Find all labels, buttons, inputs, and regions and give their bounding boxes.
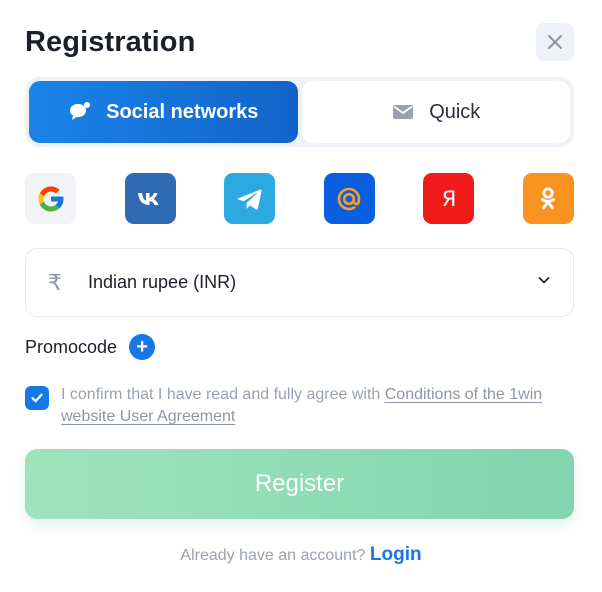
yandex-glyph: Я	[442, 187, 457, 211]
odnoklassniki-button[interactable]	[522, 173, 574, 224]
tab-quick[interactable]: Quick	[301, 81, 570, 143]
social-login-row: Я	[25, 173, 574, 224]
tab-social-networks[interactable]: Social networks	[29, 81, 298, 143]
at-sign-icon	[337, 187, 361, 210]
currency-select[interactable]: ₹ Indian rupee (INR)	[25, 248, 574, 317]
agreement-checkbox[interactable]	[25, 386, 49, 410]
page-title: Registration	[25, 26, 196, 58]
promocode-row: Promocode +	[25, 334, 156, 360]
login-prompt: Already have an account? Login	[0, 544, 602, 566]
chevron-down-icon	[537, 273, 551, 292]
close-icon	[548, 35, 562, 49]
tab-quick-label: Quick	[429, 100, 481, 123]
yandex-icon: Я	[442, 187, 457, 211]
registration-tabs: Social networks Quick	[25, 77, 574, 147]
login-prompt-text: Already have an account?	[180, 547, 366, 564]
currency-select-value: Indian rupee (INR)	[88, 272, 237, 292]
yandex-button[interactable]: Я	[423, 173, 475, 224]
vk-button[interactable]	[124, 173, 176, 224]
agreement-text: I confirm that I have read and fully agr…	[61, 384, 574, 428]
promocode-label: Promocode	[25, 336, 118, 357]
vk-icon	[138, 192, 159, 205]
chat-bubble-icon	[70, 102, 91, 120]
google-button[interactable]	[25, 173, 76, 224]
mail-button[interactable]	[323, 173, 375, 224]
odnoklassniki-icon	[541, 186, 556, 209]
register-button[interactable]: Register	[25, 449, 574, 519]
tab-social-networks-label: Social networks	[106, 100, 259, 123]
close-button[interactable]	[536, 23, 574, 61]
add-promocode-button[interactable]: +	[129, 334, 156, 360]
agreement-statement: I confirm that I have read and fully agr…	[61, 386, 385, 403]
envelope-icon	[393, 105, 414, 119]
login-link[interactable]: Login	[370, 544, 422, 565]
checkmark-icon	[31, 393, 43, 403]
telegram-button[interactable]	[224, 173, 276, 224]
telegram-icon	[237, 189, 262, 210]
rupee-icon: ₹	[48, 269, 62, 295]
google-icon	[38, 186, 63, 211]
agreement-row: I confirm that I have read and fully agr…	[25, 384, 574, 428]
